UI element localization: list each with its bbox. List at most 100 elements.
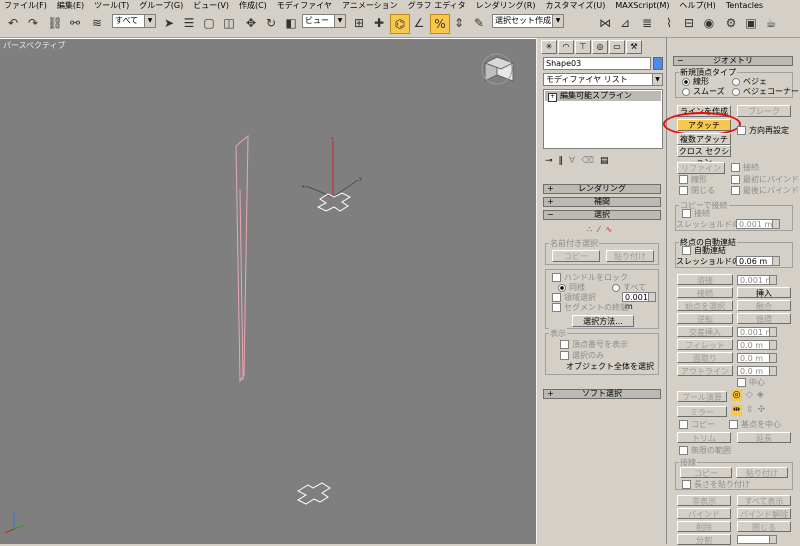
- menu-help[interactable]: ヘルプ(H): [676, 0, 722, 11]
- select-object-icon[interactable]: ➤: [160, 14, 178, 32]
- chamfer-spinner[interactable]: 0.0 m: [737, 353, 777, 363]
- rollout-interpolation[interactable]: + 補間: [543, 197, 661, 207]
- rollout-geometry[interactable]: − ジオメトリ: [673, 56, 793, 66]
- redo-icon[interactable]: ↷: [24, 14, 42, 32]
- transform-gizmo[interactable]: z x y: [302, 136, 362, 212]
- connect-button[interactable]: 接続: [677, 287, 733, 298]
- menu-tools[interactable]: ツール(T): [90, 0, 135, 11]
- curve-editor-icon[interactable]: ⌇: [660, 14, 678, 32]
- unhide-all-button[interactable]: すべて表示: [737, 495, 791, 506]
- connect-copy-checkbox[interactable]: 接続: [682, 209, 710, 219]
- reorient-checkbox[interactable]: 方向再設定: [737, 126, 789, 136]
- segment-level-icon[interactable]: ⁄: [598, 225, 599, 235]
- menu-graph-editors[interactable]: グラフ エディタ: [404, 0, 472, 11]
- boolean-intersect-icon[interactable]: ◈: [757, 390, 764, 402]
- boolean-union-icon[interactable]: ◎: [731, 390, 742, 401]
- fillet-button[interactable]: フィレット: [677, 339, 733, 350]
- edit-named-selection-icon[interactable]: ✎: [470, 14, 488, 32]
- reverse-button[interactable]: 逆転: [677, 313, 733, 324]
- segment-end-checkbox[interactable]: セグメントの終端: [552, 303, 628, 313]
- boolean-subtract-icon[interactable]: ◇: [746, 390, 753, 402]
- spline-level-icon[interactable]: ∿: [605, 225, 612, 235]
- menu-tentacles[interactable]: Tentacles: [722, 0, 769, 11]
- fillet-spinner[interactable]: 0.0 m: [737, 340, 777, 350]
- refine-connect-checkbox[interactable]: 接続: [731, 163, 759, 173]
- make-first-button[interactable]: 始点を選択: [677, 300, 733, 311]
- link-icon[interactable]: ⛓: [46, 14, 64, 32]
- spline-shape-rectangle[interactable]: [235, 134, 249, 383]
- pin-stack-icon[interactable]: ⊸: [545, 156, 553, 168]
- fuse-button[interactable]: 融合: [737, 300, 791, 311]
- trim-button[interactable]: トリム: [677, 432, 731, 443]
- select-by-name-icon[interactable]: ☰: [180, 14, 198, 32]
- attach-multiple-button[interactable]: 複数アタッチ: [677, 133, 731, 145]
- modify-tab-icon[interactable]: ◠: [558, 40, 574, 54]
- outline-center-checkbox[interactable]: 中心: [737, 378, 765, 388]
- show-end-result-icon[interactable]: ‖: [559, 156, 564, 168]
- menu-maxscript[interactable]: MAXScript(M): [611, 0, 675, 11]
- unbind-button[interactable]: バインド解除: [737, 508, 791, 519]
- bind-first-checkbox[interactable]: 最初にバインド: [731, 175, 799, 185]
- menu-file[interactable]: ファイル(F): [0, 0, 53, 11]
- rectangular-selection-icon[interactable]: ▢: [200, 14, 218, 32]
- paste-length-checkbox[interactable]: 長さを貼り付け: [682, 480, 750, 490]
- weld-button[interactable]: 溶接: [677, 274, 733, 285]
- move-icon[interactable]: ✥: [242, 14, 260, 32]
- outline-button[interactable]: アウトライン: [677, 365, 733, 376]
- rollout-rendering[interactable]: + レンダリング: [543, 184, 661, 194]
- bezier-corner-radio[interactable]: ベジェコーナー: [732, 87, 799, 97]
- mirror-icon[interactable]: ⋈: [596, 14, 614, 32]
- copy-named-selection-button[interactable]: コピー: [552, 250, 600, 262]
- rollout-selection[interactable]: − 選択: [543, 210, 661, 220]
- divide-button[interactable]: 分割: [677, 534, 731, 545]
- similar-radio[interactable]: 同様: [558, 283, 585, 293]
- cross-insert-spinner[interactable]: 0.001 m: [737, 327, 777, 337]
- mirror-both-icon[interactable]: ✣: [758, 405, 766, 417]
- break-button[interactable]: ブレーク: [737, 105, 791, 117]
- mirror-horizontal-icon[interactable]: ⇹: [731, 405, 742, 416]
- menu-customize[interactable]: カスタマイズ(U): [541, 0, 611, 11]
- selected-only-checkbox[interactable]: 選択のみ: [560, 351, 604, 361]
- selection-filter-dropdown[interactable]: すべて ▼: [112, 14, 156, 28]
- pivot-center-icon[interactable]: ⊞: [350, 14, 368, 32]
- refine-closed-checkbox[interactable]: 閉じる: [679, 186, 715, 196]
- tangent-copy-button[interactable]: コピー: [680, 467, 732, 478]
- undo-icon[interactable]: ↶: [4, 14, 22, 32]
- rollout-soft-selection[interactable]: + ソフト選択: [543, 389, 661, 399]
- auto-weld-checkbox[interactable]: 自動連結: [682, 246, 726, 256]
- close-button[interactable]: 閉じる: [737, 521, 791, 532]
- chamfer-button[interactable]: 面取り: [677, 352, 733, 363]
- utilities-tab-icon[interactable]: ⚒: [626, 40, 642, 54]
- menu-create[interactable]: 作成(C): [235, 0, 273, 11]
- weld-spinner[interactable]: 0.001 m: [737, 275, 777, 285]
- cross-section-button[interactable]: クロス セクション: [677, 145, 731, 167]
- perspective-viewport[interactable]: パースペクティブ z x y: [0, 38, 536, 544]
- menu-group[interactable]: グループ(G): [135, 0, 189, 11]
- bind-last-checkbox[interactable]: 最後にバインド: [731, 186, 799, 196]
- configure-sets-icon[interactable]: ▤: [600, 156, 609, 168]
- auto-weld-threshold-spinner[interactable]: 0.06 m: [736, 256, 780, 266]
- schematic-view-icon[interactable]: ⊟: [680, 14, 698, 32]
- percent-snap-icon[interactable]: %: [430, 14, 450, 34]
- snap-toggle-icon[interactable]: ⌬: [390, 14, 410, 34]
- lock-handles-checkbox[interactable]: ハンドルをロック: [552, 273, 628, 283]
- stack-item[interactable]: + 編集可能スプライン: [545, 91, 661, 102]
- remove-modifier-icon[interactable]: ⌫: [581, 156, 594, 168]
- rotate-icon[interactable]: ↻: [262, 14, 280, 32]
- scale-icon[interactable]: ◧: [282, 14, 300, 32]
- layer-manager-icon[interactable]: ≣: [638, 14, 656, 32]
- cross-insert-button[interactable]: 交差挿入: [677, 326, 733, 337]
- paste-named-selection-button[interactable]: 貼り付け: [606, 250, 654, 262]
- tangent-paste-button[interactable]: 貼り付け: [736, 467, 788, 478]
- menu-rendering[interactable]: レンダリング(R): [472, 0, 542, 11]
- connect-copy-threshold-spinner[interactable]: 0.001 m: [736, 219, 780, 229]
- cycle-button[interactable]: 循環: [737, 313, 791, 324]
- bezier-radio[interactable]: ベジェ: [732, 77, 767, 87]
- refine-linear-checkbox[interactable]: 線形: [679, 175, 707, 185]
- hierarchy-tab-icon[interactable]: ⊤: [575, 40, 591, 54]
- area-selection-checkbox[interactable]: 領域選択: [552, 293, 596, 303]
- hide-button[interactable]: 非表示: [677, 495, 731, 506]
- quick-render-icon[interactable]: ☕: [762, 14, 780, 32]
- render-scene-icon[interactable]: ⚙: [722, 14, 740, 32]
- named-selection-dropdown[interactable]: 選択セット作成 ▼: [492, 14, 564, 28]
